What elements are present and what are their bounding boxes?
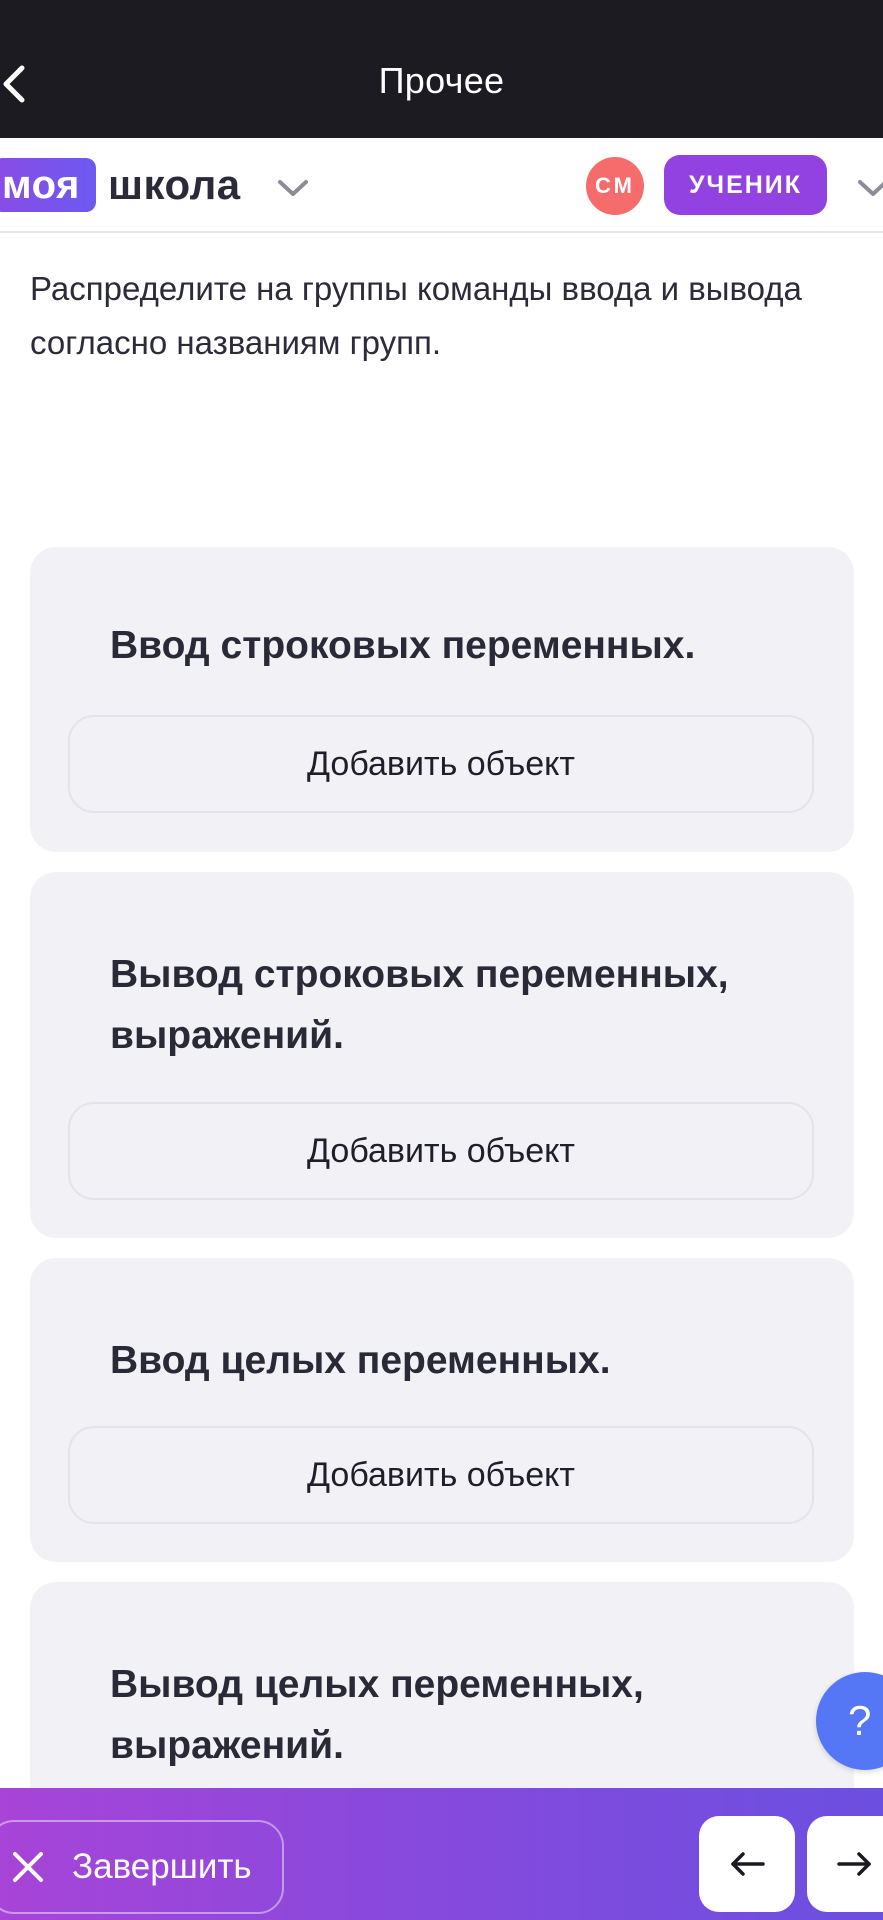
finish-button[interactable]: Завершить — [0, 1820, 284, 1914]
role-badge[interactable]: УЧЕНИК — [664, 155, 827, 215]
chevron-down-icon[interactable] — [276, 176, 310, 200]
logo-shkola[interactable]: школа — [108, 158, 241, 212]
close-icon — [13, 1852, 43, 1882]
group-title: Вывод целых переменных, выражений. — [110, 1663, 644, 1767]
next-button[interactable] — [807, 1816, 883, 1912]
group-title: Ввод целых переменных. — [110, 1339, 611, 1382]
finish-label: Завершить — [72, 1847, 252, 1886]
task-instructions: Распределите на группы команды ввода и в… — [30, 270, 802, 361]
arrow-left-icon — [731, 1852, 765, 1876]
group-title: Вывод строковых переменных, выражений. — [110, 953, 729, 1057]
group-card: Вывод строковых переменных, выражений. Д… — [30, 872, 854, 1238]
arrow-right-icon — [837, 1852, 871, 1876]
top-bar: Прочее — [0, 0, 883, 138]
page-title: Прочее — [378, 60, 505, 101]
group-title: Ввод строковых переменных. — [110, 624, 696, 667]
add-object-button[interactable]: Добавить объект — [68, 1102, 814, 1200]
school-header: моя школа СМ УЧЕНИК — [0, 138, 883, 233]
group-card: Ввод целых переменных. Добавить объект — [30, 1258, 854, 1562]
prev-button[interactable] — [699, 1816, 795, 1912]
add-object-button[interactable]: Добавить объект — [68, 715, 814, 813]
add-object-button[interactable]: Добавить объект — [68, 1426, 814, 1524]
page: Прочее моя школа СМ УЧЕНИК Распределите … — [0, 0, 883, 1920]
bottom-action-bar: Завершить — [0, 1788, 883, 1920]
logo-moya[interactable]: моя — [0, 158, 96, 212]
avatar[interactable]: СМ — [586, 157, 644, 215]
chevron-down-icon[interactable] — [856, 176, 883, 200]
group-card: Ввод строковых переменных. Добавить объе… — [30, 547, 854, 852]
